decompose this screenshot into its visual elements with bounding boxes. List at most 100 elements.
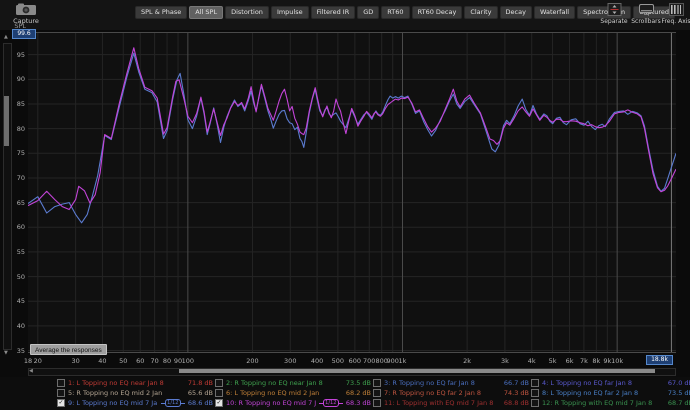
tab-filtered-ir[interactable]: Filtered IR xyxy=(311,6,356,19)
legend-checkbox-1[interactable] xyxy=(57,379,65,387)
y-tick-label: 70 xyxy=(0,174,25,182)
legend-level-value: 68.2 dB xyxy=(346,389,371,397)
measurement-legend: 1: L Topping no EQ near Jan 871.8 dB5: R… xyxy=(0,377,690,410)
y-tick-label: 50 xyxy=(0,273,25,281)
scrollbars-button[interactable]: Scrollbars xyxy=(629,3,663,25)
legend-item-7: 7: R Topping no EQ far 2 Jan 874.3 dB xyxy=(373,388,529,398)
camera-icon xyxy=(15,3,37,16)
y-tick-label: 95 xyxy=(0,51,25,59)
legend-label[interactable]: 9: L Topping no EQ mid 7 Ja xyxy=(68,399,158,407)
legend-checkbox-4[interactable] xyxy=(531,379,539,387)
y-tick-label: 40 xyxy=(0,322,25,330)
legend-checkbox-6[interactable] xyxy=(215,389,223,397)
separate-label: Separate xyxy=(597,18,631,25)
legend-item-2: 2: R Topping no EQ near Jan 873.5 dB xyxy=(215,378,371,388)
legend-level-value: 73.5 dB xyxy=(668,389,690,397)
y-tick-label: 35 xyxy=(0,347,25,355)
tab-spl-phase[interactable]: SPL & Phase xyxy=(135,6,187,19)
x-tick-label: 200 xyxy=(240,357,264,365)
tab-impulse[interactable]: Impulse xyxy=(271,6,309,19)
legend-label[interactable]: 7: R Topping no EQ far 2 Jan 8 xyxy=(384,389,501,397)
legend-level-value: 68.8 dB xyxy=(504,399,529,407)
legend-label[interactable]: 3: R Topping no EQ far Jan 8 xyxy=(384,379,501,387)
legend-item-3: 3: R Topping no EQ far Jan 866.7 dB xyxy=(373,378,529,388)
legend-level-value: 65.6 dB xyxy=(188,389,213,397)
legend-label[interactable]: 8: L Topping no EQ far 2 Jan 8 xyxy=(542,389,665,397)
tab-waterfall[interactable]: Waterfall xyxy=(534,6,575,19)
x-tick-label: 300 xyxy=(278,357,302,365)
legend-level-value: 71.8 dB xyxy=(188,379,213,387)
separate-icon xyxy=(607,3,622,16)
smoothing-badge: 1/12 xyxy=(161,399,185,407)
x-tick-label: 20 xyxy=(26,357,50,365)
legend-level-value: 67.0 dB xyxy=(668,379,690,387)
average-responses-button[interactable]: Average the responses xyxy=(30,344,107,355)
freq-axis-button[interactable]: Freq. Axis xyxy=(659,3,690,25)
smoothing-badge: 1/12 xyxy=(319,399,343,407)
separate-button[interactable]: Separate xyxy=(597,3,631,25)
legend-level-value: 68.6 dB xyxy=(188,399,213,407)
legend-item-6: 6: L Topping no EQ mid 2 Jan68.2 dB xyxy=(215,388,371,398)
legend-item-5: 5: R Topping no EQ mid 2 Jan65.6 dB xyxy=(57,388,213,398)
x-tick-label: 1k xyxy=(391,357,415,365)
freq-cursor-value-box[interactable]: 18.8k xyxy=(646,355,673,365)
legend-item-4: 4: L Topping no EQ far Jan 867.0 dB xyxy=(531,378,690,388)
legend-checkbox-5[interactable] xyxy=(57,389,65,397)
legend-item-12: 12: R Topping with EQ mid 7 Jan 868.7 dB xyxy=(531,398,690,408)
legend-item-9: ✓9: L Topping no EQ mid 7 Ja1/1268.6 dB xyxy=(57,398,213,408)
legend-checkbox-3[interactable] xyxy=(373,379,381,387)
x-tick-label: 30 xyxy=(64,357,88,365)
scrollbars-label: Scrollbars xyxy=(629,18,663,25)
spl-plot-area[interactable] xyxy=(28,32,676,353)
x-tick-label: 100 xyxy=(176,357,200,365)
legend-level-value: 68.7 dB xyxy=(668,399,690,407)
scrollbars-icon xyxy=(638,3,655,16)
legend-label[interactable]: 2: R Topping no EQ near Jan 8 xyxy=(226,379,343,387)
tab-distortion[interactable]: Distortion xyxy=(225,6,269,19)
legend-checkbox-2[interactable] xyxy=(215,379,223,387)
legend-label[interactable]: 1: L Topping no EQ near Jan 8 xyxy=(68,379,185,387)
legend-item-10: ✓10: R Topping no EQ mid 7 Ja1/1268.3 dB xyxy=(215,398,371,408)
tab-all-spl[interactable]: All SPL xyxy=(189,6,223,19)
spl-cursor-value-box[interactable]: 99.6 xyxy=(12,29,36,39)
legend-label[interactable]: 6: L Topping no EQ mid 2 Jan xyxy=(226,389,343,397)
legend-level-value: 68.3 dB xyxy=(346,399,371,407)
rew-all-spl-window: Capture SPL & PhaseAll SPLDistortionImpu… xyxy=(0,0,690,410)
legend-label[interactable]: 11: L Topping with EQ mid 7 Jan 8 xyxy=(384,399,501,407)
legend-checkbox-10[interactable]: ✓ xyxy=(215,399,223,407)
legend-label[interactable]: 10: R Topping no EQ mid 7 Ja xyxy=(226,399,316,407)
legend-item-8: 8: L Topping no EQ far 2 Jan 873.5 dB xyxy=(531,388,690,398)
y-tick-label: 90 xyxy=(0,75,25,83)
legend-checkbox-9[interactable]: ✓ xyxy=(57,399,65,407)
y-tick-label: 85 xyxy=(0,100,25,108)
tab-decay[interactable]: Decay xyxy=(500,6,532,19)
tab-rt60[interactable]: RT60 xyxy=(381,6,409,19)
horizontal-scrollbar-thumb[interactable] xyxy=(179,369,655,373)
legend-checkbox-7[interactable] xyxy=(373,389,381,397)
x-tick-label: 2k xyxy=(455,357,479,365)
x-tick-label: 3k xyxy=(493,357,517,365)
toolbar: Capture SPL & PhaseAll SPLDistortionImpu… xyxy=(0,0,690,30)
legend-item-11: 11: L Topping with EQ mid 7 Jan 868.8 dB xyxy=(373,398,529,408)
legend-level-value: 74.3 dB xyxy=(504,389,529,397)
freq-axis-icon xyxy=(669,3,684,16)
y-tick-label: 75 xyxy=(0,149,25,157)
tab-gd[interactable]: GD xyxy=(357,6,379,19)
legend-checkbox-8[interactable] xyxy=(531,389,539,397)
scroll-left-icon[interactable]: ◀ xyxy=(29,369,33,374)
graph-tab-strip: SPL & PhaseAll SPLDistortionImpulseFilte… xyxy=(135,6,675,19)
scroll-up-icon[interactable]: ▲ xyxy=(4,35,8,40)
horizontal-scrollbar[interactable] xyxy=(28,368,676,376)
legend-label[interactable]: 5: R Topping no EQ mid 2 Jan xyxy=(68,389,185,397)
legend-label[interactable]: 12: R Topping with EQ mid 7 Jan 8 xyxy=(542,399,665,407)
legend-checkbox-11[interactable] xyxy=(373,399,381,407)
legend-level-value: 73.5 dB xyxy=(346,379,371,387)
y-tick-label: 45 xyxy=(0,297,25,305)
legend-item-1: 1: L Topping no EQ near Jan 871.8 dB xyxy=(57,378,213,388)
x-tick-label: 10k xyxy=(605,357,629,365)
tab-rt60-decay[interactable]: RT60 Decay xyxy=(412,6,463,19)
tab-clarity[interactable]: Clarity xyxy=(464,6,497,19)
freq-axis-label: Freq. Axis xyxy=(659,18,690,25)
legend-checkbox-12[interactable] xyxy=(531,399,539,407)
legend-label[interactable]: 4: L Topping no EQ far Jan 8 xyxy=(542,379,665,387)
